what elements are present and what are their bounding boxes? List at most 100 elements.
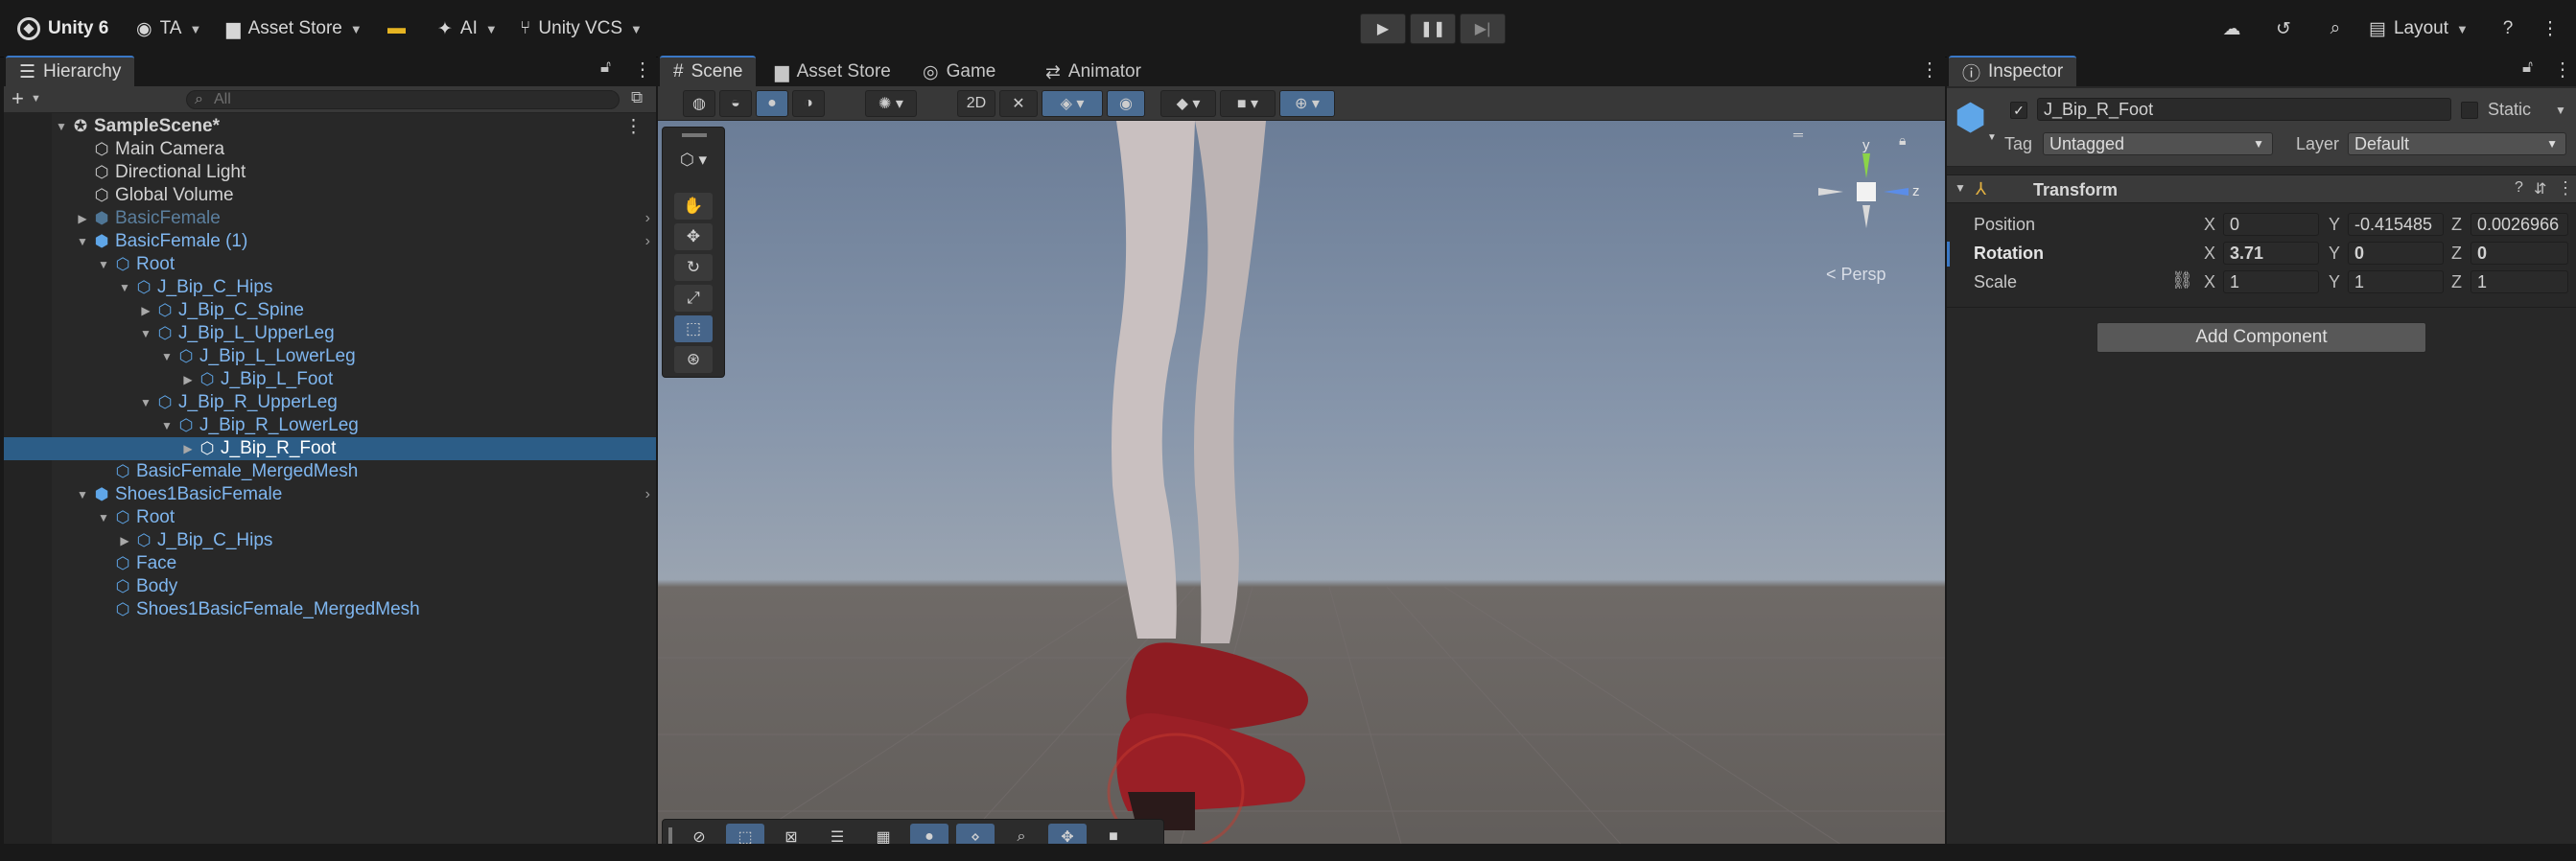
position-x-field[interactable]: 0 (2223, 213, 2319, 236)
scale-x-field[interactable]: 1 (2223, 270, 2319, 293)
expand-arrow-icon[interactable]: ▼ (138, 327, 153, 340)
list-item[interactable]: ▼ ⬡ Root (4, 253, 656, 276)
link-icon[interactable]: ⛓ (2171, 270, 2193, 291)
shaded-wire-button[interactable]: ◒ (719, 90, 752, 117)
transform-header[interactable]: ▼ ⅄ Transform ? ⇵ ⋮ (1947, 175, 2576, 203)
search-button[interactable]: ⌕ (2321, 14, 2350, 43)
account-dropdown[interactable]: ◉ TA ▼ (136, 13, 201, 44)
tab-hierarchy[interactable]: ☰ Hierarchy (6, 56, 135, 86)
expand-arrow-icon[interactable]: ▶ (117, 534, 132, 547)
visibility-toggle[interactable]: ◉ (1107, 90, 1145, 117)
play-button[interactable]: ▶ (1360, 13, 1406, 44)
create-button[interactable]: + (12, 86, 24, 111)
kebab-icon[interactable]: ⋮ (624, 116, 643, 138)
list-item[interactable]: ⬡ BasicFemale_MergedMesh (4, 460, 656, 483)
preset-icon[interactable]: ⇵ (2534, 179, 2546, 198)
scene-row[interactable]: ▼ ✪ SampleScene* ⋮ (4, 115, 656, 138)
fx-dropdown[interactable]: ✺ ▾ (865, 90, 917, 117)
lock-icon[interactable]: 🔓︎ (2522, 58, 2533, 77)
step-button[interactable]: ▶| (1460, 13, 1506, 44)
asset-store-dropdown[interactable]: ▆ Asset Store ▼ (226, 13, 363, 44)
gizmo-handle-icon[interactable]: ═ (1793, 127, 1803, 142)
expand-arrow-icon[interactable]: ▶ (75, 212, 90, 225)
expand-arrow-icon[interactable]: ▼ (96, 258, 111, 271)
expand-arrow-icon[interactable]: ▼ (159, 350, 175, 363)
position-y-field[interactable]: -0.415485 (2348, 213, 2444, 236)
static-checkbox[interactable] (2461, 102, 2478, 119)
list-item[interactable]: ⬡ Main Camera (4, 138, 656, 161)
tab-asset-store[interactable]: ▆ Asset Store (761, 56, 904, 86)
draw-mode-button[interactable]: ◍ (683, 90, 715, 117)
tab-inspector[interactable]: ⓘ Inspector (1949, 56, 2077, 86)
tab-animator[interactable]: ⇄ Animator (1032, 56, 1155, 86)
chevron-right-icon[interactable]: › (645, 210, 650, 227)
panel-menu-icon[interactable]: ⋮ (1920, 58, 1939, 81)
chevron-down-icon[interactable]: ▼ (1987, 132, 1997, 143)
tab-game[interactable]: ◎ Game (909, 56, 1009, 86)
list-item[interactable]: ▼ ⬢ BasicFemale (1) › (4, 230, 656, 253)
lighting-toggle[interactable]: ✕ (999, 90, 1038, 117)
notifications-button[interactable]: ▬ (387, 13, 406, 44)
chevron-down-icon[interactable]: ▼ (31, 93, 41, 105)
list-item[interactable]: ▶ ⬡ J_Bip_C_Hips (4, 529, 656, 552)
active-checkbox[interactable]: ✓ (2010, 102, 2027, 119)
drag-handle-icon[interactable] (682, 133, 707, 137)
list-item[interactable]: ⬡ Directional Light (4, 161, 656, 184)
rotation-z-field[interactable]: 0 (2471, 242, 2568, 265)
expand-arrow-icon[interactable]: ▶ (180, 373, 196, 386)
expand-arrow-icon[interactable]: ▼ (138, 396, 153, 409)
search-input[interactable]: ⌕ All (186, 90, 620, 109)
hand-tool[interactable]: ✋ (674, 193, 713, 220)
more-button[interactable]: ⋮ (2536, 14, 2564, 43)
list-item[interactable]: ▼ ⬡ J_Bip_L_UpperLeg (4, 322, 656, 345)
position-z-field[interactable]: 0.0026966 (2471, 213, 2568, 236)
expand-arrow-icon[interactable]: ▶ (180, 442, 196, 455)
lock-icon[interactable]: 🔓︎ (600, 58, 611, 77)
perspective-label[interactable]: < Persp (1826, 265, 1886, 285)
list-item-selected[interactable]: ▶ ⬡ J_Bip_R_Foot (4, 437, 656, 460)
center-cube[interactable] (1857, 182, 1876, 201)
list-item[interactable]: ⬡ Shoes1BasicFemale_MergedMesh (4, 598, 656, 621)
rotate-tool[interactable]: ↻ (674, 254, 713, 281)
layer-dropdown[interactable]: Default ▼ (2348, 132, 2566, 155)
list-item[interactable]: ▶ ⬡ J_Bip_L_Foot (4, 368, 656, 391)
2d-toggle[interactable]: 2D (957, 90, 995, 117)
list-item[interactable]: ⬡ Face (4, 552, 656, 575)
chevron-down-icon[interactable]: ▼ (2555, 104, 2566, 117)
expand-arrow-icon[interactable]: ▼ (117, 281, 132, 294)
view-options-dropdown[interactable]: ⬡ ▾ (674, 147, 713, 174)
layers-dropdown[interactable]: ◆ ▾ (1160, 90, 1216, 117)
object-name-field[interactable]: J_Bip_R_Foot (2037, 98, 2451, 121)
rotation-y-field[interactable]: 0 (2348, 242, 2444, 265)
tag-dropdown[interactable]: Untagged ▼ (2043, 132, 2273, 155)
chevron-right-icon[interactable]: › (645, 486, 650, 503)
y-axis-cone[interactable] (1862, 153, 1870, 178)
chevron-right-icon[interactable]: › (645, 233, 650, 250)
help-button[interactable]: ? (2494, 14, 2522, 43)
expand-arrow-icon[interactable]: ▼ (96, 511, 111, 524)
vcs-dropdown[interactable]: ⑂ Unity VCS ▼ (520, 13, 643, 44)
expand-arrow-icon[interactable]: ▼ (54, 120, 69, 133)
kebab-icon[interactable]: ⋮ (2557, 178, 2574, 198)
cloud-button[interactable]: ☁ (2217, 14, 2246, 43)
list-item[interactable]: ▼ ⬡ Root (4, 506, 656, 529)
expand-arrow-icon[interactable]: ▼ (75, 235, 90, 248)
list-item[interactable]: ▼ ⬡ J_Bip_R_UpperLeg (4, 391, 656, 414)
ai-dropdown[interactable]: ✦ AI ▼ (437, 13, 498, 44)
list-item[interactable]: ⬡ Body (4, 575, 656, 598)
list-item[interactable]: ▼ ⬡ J_Bip_L_LowerLeg (4, 345, 656, 368)
rect-tool[interactable]: ⬚ (674, 315, 713, 342)
list-item[interactable]: ▼ ⬢ Shoes1BasicFemale › (4, 483, 656, 506)
help-icon[interactable]: ? (2515, 179, 2523, 197)
panel-menu-icon[interactable]: ⋮ (2553, 58, 2572, 81)
filter-icon[interactable]: ⧉ (631, 88, 643, 107)
expand-arrow-icon[interactable]: ▼ (75, 488, 90, 501)
list-item[interactable]: ▼ ⬡ J_Bip_R_LowerLeg (4, 414, 656, 437)
gizmos-dropdown[interactable]: ⊕ ▾ (1279, 90, 1335, 117)
lit-button[interactable]: ◑ (792, 90, 825, 117)
tab-scene[interactable]: # Scene (660, 56, 757, 86)
list-item[interactable]: ▼ ⬡ J_Bip_C_Hips (4, 276, 656, 299)
z-axis-cone[interactable] (1884, 188, 1909, 196)
scale-y-field[interactable]: 1 (2348, 270, 2444, 293)
orientation-gizmo[interactable]: y z (1816, 140, 1922, 255)
